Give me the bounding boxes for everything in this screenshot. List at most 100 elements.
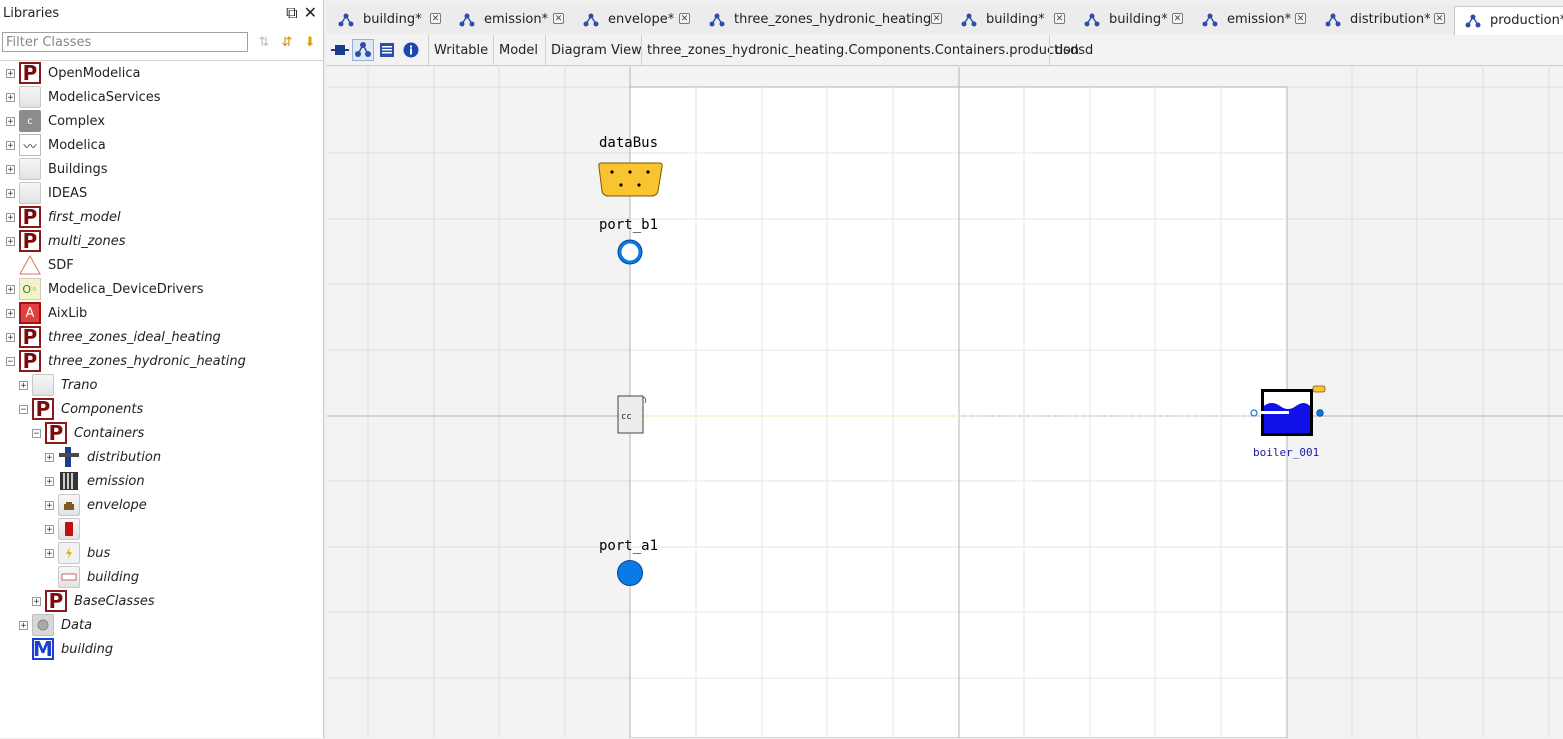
tree-item[interactable]: + bus (0, 541, 323, 565)
expand-toggle-icon[interactable]: + (6, 213, 15, 223)
tree-item-label: Data (61, 618, 93, 633)
diagram-tab-icon (709, 13, 725, 27)
tab-building[interactable]: building* ✕ (328, 6, 444, 34)
package-icon: P (19, 61, 41, 85)
bus-icon (58, 542, 80, 564)
tree-item[interactable]: + c Complex (0, 109, 323, 133)
modelica-icon: 〰 (19, 134, 41, 156)
package-icon: P (45, 421, 67, 445)
expand-toggle-icon[interactable]: − (6, 357, 15, 367)
tab-envelope[interactable]: envelope* ✕ (573, 6, 693, 34)
diagram-grid: cc (327, 67, 1563, 738)
tree-item[interactable]: + A AixLib (0, 301, 323, 325)
tab-close-icon[interactable]: ✕ (1054, 13, 1065, 24)
tab-close-icon[interactable]: ✕ (679, 13, 690, 24)
tree-item[interactable]: + (0, 517, 323, 541)
tab-building[interactable]: building* ✕ (951, 6, 1068, 34)
expand-toggle-icon[interactable]: + (6, 69, 15, 79)
libraries-title: Libraries (3, 6, 60, 21)
tree-item[interactable]: + envelope (0, 493, 323, 517)
tree-item[interactable]: + P BaseClasses (0, 589, 323, 613)
tab-building[interactable]: building* ✕ (1074, 6, 1186, 34)
tab-emission[interactable]: emission* ✕ (449, 6, 567, 34)
expand-toggle-icon[interactable]: + (6, 189, 15, 199)
tree-item[interactable]: + IDEAS (0, 181, 323, 205)
tab-close-icon[interactable]: ✕ (430, 13, 441, 24)
expand-toggle-icon[interactable]: − (32, 429, 41, 439)
boiler-port-b[interactable] (1316, 409, 1324, 417)
tree-item-label: emission (87, 474, 145, 489)
close-icon[interactable]: ✕ (304, 4, 317, 22)
tab-production[interactable]: production* (1454, 6, 1563, 35)
diagram-view-icon[interactable] (352, 39, 374, 61)
filter-classes-input[interactable] (2, 32, 248, 52)
tree-item[interactable]: + Pmulti_zones (0, 229, 323, 253)
tree-item[interactable]: Mbuilding (0, 637, 323, 661)
expand-toggle-icon[interactable]: + (45, 501, 54, 511)
cc-component[interactable]: cc (617, 395, 647, 434)
tab-close-icon[interactable]: ✕ (1434, 13, 1445, 24)
tree-item[interactable]: + P OpenModelica (0, 61, 323, 85)
tab-three-zones-hydronic-heating[interactable]: three_zones_hydronic_heating* ✕ (699, 6, 945, 34)
sort-order-icon[interactable]: ⇵ (277, 32, 297, 52)
diagram-canvas[interactable]: cc dataBus port_b1 port_a1 boiler_001 (327, 67, 1563, 738)
undock-icon[interactable]: ⧉ (286, 4, 297, 22)
tree-item-label: envelope (87, 498, 147, 513)
tab-close-icon[interactable]: ✕ (1172, 13, 1183, 24)
expand-toggle-icon[interactable]: + (6, 285, 15, 295)
port-a1-connector[interactable] (617, 560, 643, 586)
tree-item[interactable]: + Buildings (0, 157, 323, 181)
expand-toggle-icon[interactable]: + (6, 93, 15, 103)
load-library-icon[interactable]: ⬇ (300, 32, 320, 52)
expand-toggle-icon[interactable]: + (6, 165, 15, 175)
tab-emission[interactable]: emission* ✕ (1192, 6, 1309, 34)
tree-item[interactable]: − Pthree_zones_hydronic_heating (0, 349, 323, 373)
databus-connector[interactable] (598, 162, 663, 197)
tab-close-icon[interactable]: ✕ (931, 13, 942, 24)
icon-view-icon[interactable] (329, 39, 351, 61)
expand-toggle-icon[interactable]: + (45, 549, 54, 559)
building-icon (58, 566, 80, 588)
expand-toggle-icon[interactable]: + (6, 309, 15, 319)
tab-close-icon[interactable]: ✕ (1295, 13, 1306, 24)
tree-item[interactable]: + Trano (0, 373, 323, 397)
tree-item[interactable]: SDF (0, 253, 323, 277)
expand-toggle-icon[interactable]: + (19, 621, 28, 631)
expand-toggle-icon[interactable]: + (32, 597, 41, 607)
tree-item[interactable]: + Pfirst_model (0, 205, 323, 229)
expand-toggle-icon[interactable]: + (6, 117, 15, 127)
tree-item[interactable]: + ModelicaServices (0, 85, 323, 109)
expand-toggle-icon[interactable]: + (19, 381, 28, 391)
expand-toggle-icon[interactable]: − (19, 405, 28, 415)
text-view-icon[interactable] (376, 39, 398, 61)
tree-item[interactable]: + 〰 Modelica (0, 133, 323, 157)
expand-toggle-icon[interactable]: + (6, 333, 15, 343)
tree-item-label: Buildings (48, 162, 108, 177)
tree-item[interactable]: + emission (0, 469, 323, 493)
model-toolbar: Writable Model Diagram View three_zones_… (326, 35, 1563, 66)
expand-toggle-icon[interactable]: + (6, 237, 15, 247)
tree-item-label: first_model (48, 210, 121, 225)
tree-item[interactable]: + Pthree_zones_ideal_heating (0, 325, 323, 349)
tree-item[interactable]: − P Containers (0, 421, 323, 445)
boiler-port-a[interactable] (1250, 409, 1258, 417)
tab-label: building* (363, 12, 422, 27)
expand-toggle-icon[interactable]: + (45, 525, 54, 535)
expand-toggle-icon[interactable]: + (45, 453, 54, 463)
port-a1-label: port_a1 (599, 538, 659, 554)
documentation-view-icon[interactable] (400, 39, 422, 61)
diagram-tab-icon (459, 13, 475, 27)
sort-icon[interactable]: ⇅ (254, 32, 274, 52)
tree-item[interactable]: + distribution (0, 445, 323, 469)
boiler-component[interactable] (1250, 385, 1326, 436)
boiler-bus-connector[interactable] (1312, 385, 1326, 393)
tree-item[interactable]: + Data (0, 613, 323, 637)
tree-item[interactable]: + O◦ Modelica_DeviceDrivers (0, 277, 323, 301)
expand-toggle-icon[interactable]: + (45, 477, 54, 487)
tab-close-icon[interactable]: ✕ (553, 13, 564, 24)
expand-toggle-icon[interactable]: + (6, 141, 15, 151)
port-b1-connector[interactable] (617, 239, 643, 265)
tree-item[interactable]: − P Components (0, 397, 323, 421)
tab-distribution[interactable]: distribution* ✕ (1315, 6, 1448, 34)
tree-item[interactable]: building (0, 565, 323, 589)
